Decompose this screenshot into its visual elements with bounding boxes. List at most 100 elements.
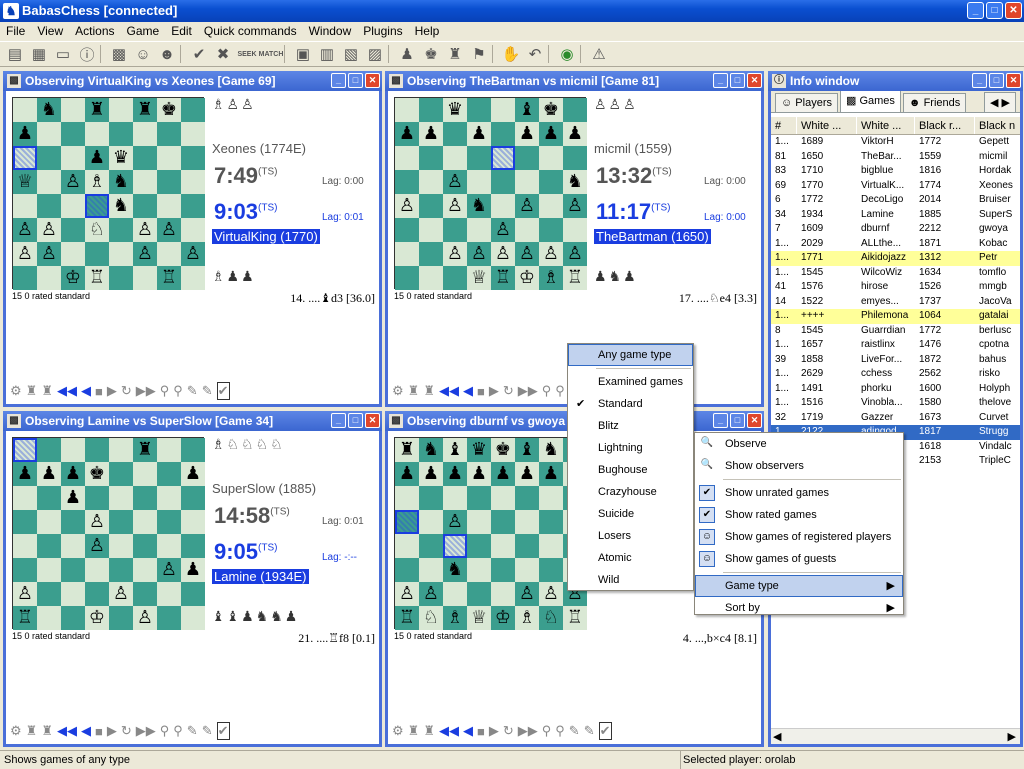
board-square[interactable]: ♙ <box>13 242 37 266</box>
board-square[interactable] <box>13 510 37 534</box>
last-move-icon[interactable]: ▶▶ <box>518 383 538 399</box>
board-square[interactable]: ♛ <box>467 438 491 462</box>
board-square[interactable] <box>419 534 443 558</box>
board-square[interactable]: ♟ <box>61 462 85 486</box>
board-square[interactable]: ♟ <box>181 462 205 486</box>
column-header[interactable]: Black r... <box>915 117 975 134</box>
board-square[interactable] <box>563 98 587 122</box>
maximize-button[interactable]: □ <box>989 73 1004 88</box>
board-square[interactable] <box>181 218 205 242</box>
game-window-titlebar[interactable]: ▩ Observing TheBartman vs micmil [Game 81… <box>385 71 764 91</box>
board-square[interactable]: ♟ <box>419 462 443 486</box>
board-square[interactable]: ♗ <box>443 606 467 630</box>
board-square[interactable]: ♟ <box>395 462 419 486</box>
board-square[interactable] <box>181 122 205 146</box>
board-square[interactable] <box>419 242 443 266</box>
board-square[interactable]: ♖ <box>157 266 181 290</box>
stop-icon[interactable]: ■ <box>477 384 485 399</box>
game-window-titlebar[interactable]: ▩ Observing VirtualKing vs Xeones [Game 6… <box>3 71 382 91</box>
board-square[interactable] <box>515 534 539 558</box>
board-square[interactable] <box>61 510 85 534</box>
board-square[interactable]: ♙ <box>395 194 419 218</box>
chess-board[interactable]: ♞ ♜ ♜ ♚ ♟ ♟ ♛ ♕ ♙ ♗ ♞ ♞ ♙ ♙ ♘ ♙ ♙ ♙ ♙ ♙ ♙ ♔ ♖ ♖ <box>12 97 205 290</box>
table-row[interactable]: 39 1858 LiveFor... 1872 bahus <box>771 353 1020 368</box>
next-move-icon[interactable]: ▶ <box>489 723 499 739</box>
board-square[interactable] <box>443 534 467 558</box>
prev-move-icon[interactable]: ◀ <box>463 723 473 739</box>
board-square[interactable] <box>37 534 61 558</box>
board-square[interactable] <box>467 146 491 170</box>
board-square[interactable] <box>181 534 205 558</box>
refresh-icon[interactable]: ↻ <box>503 723 514 739</box>
board-square[interactable] <box>491 194 515 218</box>
info-icon[interactable]: ⓘ <box>76 43 98 65</box>
board-square[interactable] <box>443 266 467 290</box>
board-square[interactable] <box>133 510 157 534</box>
menu-item-lightning[interactable]: Lightning <box>568 437 693 459</box>
maximize-button[interactable]: □ <box>986 2 1003 19</box>
board-square[interactable] <box>61 558 85 582</box>
menu-item-losers[interactable]: Losers <box>568 525 693 547</box>
unobserve-icon[interactable]: ⚲ <box>173 723 183 739</box>
person-icon[interactable]: ☺ <box>132 43 154 65</box>
bottom-player-name[interactable]: VirtualKing (1770) <box>212 229 320 244</box>
board-square[interactable] <box>467 534 491 558</box>
board-square[interactable] <box>109 122 133 146</box>
tab-scroll-arrows[interactable]: ◀ ▶ <box>984 92 1016 112</box>
board-square[interactable] <box>37 146 61 170</box>
board-square[interactable] <box>443 486 467 510</box>
refresh-icon[interactable]: ↻ <box>121 383 132 399</box>
stop-icon[interactable]: ■ <box>477 724 485 739</box>
prev-move-icon[interactable]: ◀ <box>81 383 91 399</box>
board-square[interactable]: ♙ <box>395 582 419 606</box>
resign-icon[interactable]: ♜ <box>41 723 53 739</box>
board-square[interactable] <box>515 510 539 534</box>
menu-item-sort-by[interactable]: Sort by ▶ <box>695 597 903 619</box>
board-square[interactable] <box>181 606 205 630</box>
menu-item-wild[interactable]: Wild <box>568 569 693 591</box>
minimize-button[interactable]: _ <box>713 413 728 428</box>
board-square[interactable] <box>61 194 85 218</box>
board-square[interactable] <box>157 462 181 486</box>
board-square[interactable]: ♜ <box>133 438 157 462</box>
plugin-icon[interactable]: ⚠ <box>588 43 610 65</box>
board-square[interactable] <box>37 510 61 534</box>
unobserve-icon[interactable]: ⚲ <box>173 383 183 399</box>
board-square[interactable] <box>13 558 37 582</box>
board-square[interactable]: ♗ <box>539 266 563 290</box>
board-square[interactable] <box>37 582 61 606</box>
board-square[interactable] <box>443 146 467 170</box>
board-square[interactable]: ♙ <box>37 242 61 266</box>
hand-icon[interactable]: ✋ <box>500 43 522 65</box>
menu-view[interactable]: View <box>37 22 63 40</box>
board-square[interactable] <box>157 438 181 462</box>
note-icon[interactable]: ✎ <box>202 723 213 739</box>
table-row[interactable]: 1... 2629 cchess 2562 risko <box>771 367 1020 382</box>
board-square[interactable]: ♙ <box>539 582 563 606</box>
board-square[interactable] <box>61 122 85 146</box>
prev-move-icon[interactable]: ◀ <box>463 383 473 399</box>
stop-icon[interactable]: ■ <box>95 724 103 739</box>
board-square[interactable]: ♚ <box>157 98 181 122</box>
board-square[interactable] <box>443 582 467 606</box>
board-square[interactable] <box>109 510 133 534</box>
board-square[interactable] <box>133 194 157 218</box>
refresh-icon[interactable]: ↻ <box>121 723 132 739</box>
first-move-icon[interactable]: ◀◀ <box>57 723 77 739</box>
approve-icon[interactable]: ✔ <box>598 722 612 740</box>
board-square[interactable]: ♙ <box>563 194 587 218</box>
board-square[interactable] <box>181 170 205 194</box>
edit-icon[interactable]: ✎ <box>187 383 198 399</box>
board-square[interactable] <box>539 194 563 218</box>
menu-item-suicide[interactable]: Suicide <box>568 503 693 525</box>
board-square[interactable] <box>61 582 85 606</box>
board-square[interactable] <box>181 486 205 510</box>
board-square[interactable] <box>491 170 515 194</box>
board-square[interactable]: ♙ <box>467 242 491 266</box>
edit-icon[interactable]: ✎ <box>187 723 198 739</box>
tab-friends[interactable]: ☻ Friends <box>902 93 967 112</box>
board-square[interactable] <box>395 534 419 558</box>
board-square[interactable] <box>563 146 587 170</box>
board-square[interactable]: ♟ <box>563 122 587 146</box>
board-square[interactable] <box>181 266 205 290</box>
